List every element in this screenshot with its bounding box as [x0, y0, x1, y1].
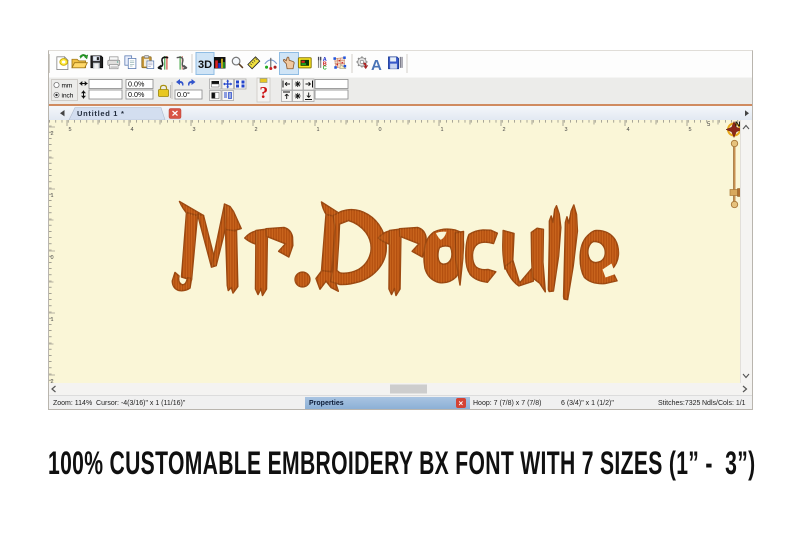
svg-text:1: 1: [441, 127, 444, 133]
svg-text:0.0°: 0.0°: [177, 90, 190, 99]
svg-text:1: 1: [51, 317, 54, 323]
svg-text:3D: 3D: [198, 59, 212, 71]
svg-text:A: A: [371, 57, 382, 74]
svg-text:4: 4: [131, 127, 134, 133]
svg-text:3: 3: [565, 127, 568, 133]
svg-text:C: C: [323, 66, 327, 72]
svg-text:5: 5: [689, 127, 692, 133]
svg-text:5: 5: [707, 122, 711, 128]
svg-text:4: 4: [627, 127, 630, 133]
svg-text:0.0%: 0.0%: [128, 90, 145, 99]
svg-text:1: 1: [317, 127, 320, 133]
svg-text:1: 1: [51, 193, 54, 199]
svg-text:inch: inch: [62, 93, 74, 100]
svg-text:2: 2: [255, 127, 258, 133]
svg-text:2: 2: [51, 131, 54, 137]
svg-text:3: 3: [193, 127, 196, 133]
svg-text:mm: mm: [62, 83, 73, 90]
svg-text:5: 5: [69, 127, 72, 133]
svg-text:0: 0: [51, 255, 54, 261]
svg-text:0.0%: 0.0%: [128, 80, 145, 89]
svg-text:?: ?: [260, 83, 269, 102]
svg-text:0: 0: [379, 127, 382, 133]
svg-text:Untitled 1 *: Untitled 1 *: [77, 109, 125, 118]
svg-text:2: 2: [503, 127, 506, 133]
